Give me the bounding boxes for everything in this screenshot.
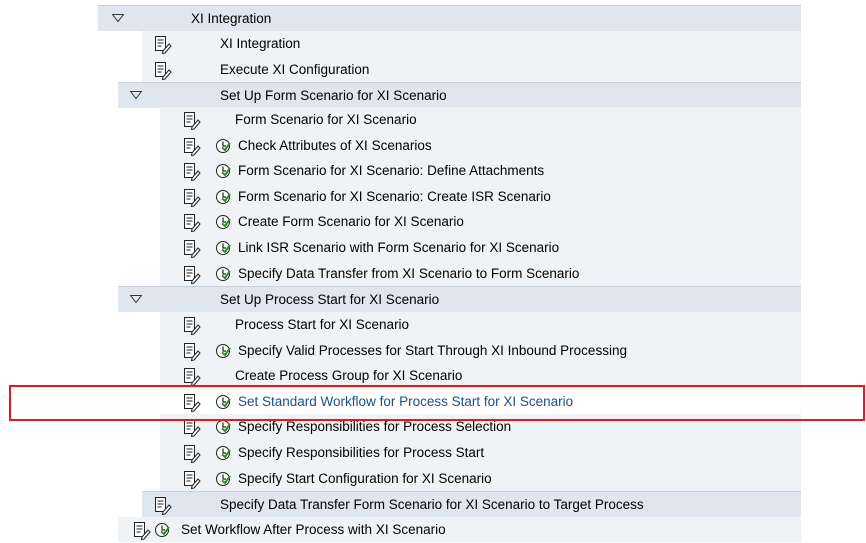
tree-item-label[interactable]: Check Attributes of XI Scenarios (238, 138, 432, 154)
document-pencil-icon[interactable] (183, 213, 201, 233)
document-pencil-icon[interactable] (154, 496, 172, 516)
tree-item-label[interactable]: Set Workflow After Process with XI Scena… (181, 522, 446, 538)
tree-item-xi-integration[interactable]: XI Integration (142, 31, 801, 57)
document-pencil-icon[interactable] (183, 111, 201, 131)
execute-clock-icon[interactable] (215, 343, 231, 359)
document-pencil-icon[interactable] (183, 393, 201, 412)
tree-item-label[interactable]: Create Process Group for XI Scenario (235, 368, 462, 384)
tree-item-label[interactable]: Form Scenario for XI Scenario: Create IS… (238, 189, 551, 205)
tree-node-label: Set Up Form Scenario for XI Scenario (220, 88, 447, 103)
tree-node-label: Set Up Process Start for XI Scenario (220, 292, 440, 307)
tree-item[interactable]: Create Process Group for XI Scenario (160, 363, 801, 390)
tree-item-execute-xi-configuration[interactable]: Execute XI Configuration (142, 57, 801, 83)
tree-item-label[interactable]: Specify Valid Processes for Start Throug… (238, 343, 627, 359)
tree-item-label[interactable]: Specify Data Transfer Form Scenario for … (220, 497, 644, 513)
tree-node-form-scenario-group[interactable]: Set Up Form Scenario for XI Scenario (118, 82, 801, 108)
document-pencil-icon[interactable] (183, 265, 201, 284)
tree-item-label[interactable]: Execute XI Configuration (220, 62, 369, 78)
document-pencil-icon[interactable] (183, 342, 201, 361)
tree-item-specify-data-transfer-target[interactable]: Specify Data Transfer Form Scenario for … (142, 491, 801, 517)
tree-item[interactable]: Form Scenario for XI Scenario: Define At… (160, 158, 801, 185)
document-pencil-icon[interactable] (154, 35, 172, 55)
document-pencil-icon[interactable] (154, 61, 172, 81)
tree-item-label[interactable]: Link ISR Scenario with Form Scenario for… (238, 240, 559, 256)
tree-item-label[interactable]: Specify Responsibilities for Process Sel… (238, 419, 511, 435)
tree-item[interactable]: Specify Data Transfer from XI Scenario t… (160, 260, 801, 287)
tree-item-label[interactable]: Specify Data Transfer from XI Scenario t… (238, 266, 579, 282)
execute-clock-icon[interactable] (215, 445, 231, 461)
tree-item[interactable]: Specify Start Configuration for XI Scena… (160, 465, 801, 492)
execute-clock-icon[interactable] (215, 419, 231, 435)
tree-item-label[interactable]: Create Form Scenario for XI Scenario (238, 214, 464, 230)
tree-node-process-start-group[interactable]: Set Up Process Start for XI Scenario (118, 286, 801, 312)
tree-item[interactable]: Specify Responsibilities for Process Sel… (160, 414, 801, 441)
tree-item-label[interactable]: Form Scenario for XI Scenario: Define At… (238, 163, 544, 179)
execute-clock-icon[interactable] (215, 394, 231, 410)
tree-item-selected[interactable]: Set Standard Workflow for Process Start … (160, 388, 801, 415)
tree-item-label[interactable]: Process Start for XI Scenario (235, 317, 409, 333)
execute-clock-icon[interactable] (215, 240, 231, 256)
execute-clock-icon[interactable] (215, 163, 231, 179)
tree-item-set-workflow-after-process[interactable]: Set Workflow After Process with XI Scena… (118, 517, 801, 542)
document-pencil-icon[interactable] (183, 188, 201, 207)
execute-clock-icon[interactable] (215, 214, 231, 230)
tree-item[interactable]: Check Attributes of XI Scenarios (160, 132, 801, 159)
tree-item-label[interactable]: Specify Start Configuration for XI Scena… (238, 471, 492, 487)
document-pencil-icon[interactable] (183, 367, 201, 387)
execute-clock-icon[interactable] (215, 138, 231, 154)
tree-node-xi-integration-root[interactable]: XI Integration (98, 5, 801, 31)
document-pencil-icon[interactable] (133, 521, 151, 541)
tree-item-label[interactable]: XI Integration (220, 36, 300, 52)
document-pencil-icon[interactable] (183, 470, 201, 489)
execute-clock-icon[interactable] (154, 522, 170, 538)
document-pencil-icon[interactable] (183, 316, 201, 336)
document-pencil-icon[interactable] (183, 137, 201, 156)
document-pencil-icon[interactable] (183, 239, 201, 259)
execute-clock-icon[interactable] (215, 471, 231, 487)
tree-item[interactable]: Create Form Scenario for XI Scenario (160, 209, 801, 236)
tree-item[interactable]: Specify Valid Processes for Start Throug… (160, 337, 801, 364)
execute-clock-icon[interactable] (215, 189, 231, 205)
tree-node-label: XI Integration (191, 11, 272, 26)
document-pencil-icon[interactable] (183, 418, 201, 438)
document-pencil-icon[interactable] (183, 444, 201, 464)
tree-item-label[interactable]: Form Scenario for XI Scenario (235, 112, 417, 128)
tree-item[interactable]: Link ISR Scenario with Form Scenario for… (160, 235, 801, 261)
tree-item[interactable]: Form Scenario for XI Scenario (160, 107, 801, 133)
tree-item[interactable]: Process Start for XI Scenario (160, 312, 801, 338)
execute-clock-icon[interactable] (215, 266, 231, 282)
tree-item-label[interactable]: Set Standard Workflow for Process Start … (238, 394, 573, 410)
tree-item[interactable]: Specify Responsibilities for Process Sta… (160, 440, 801, 466)
tree-item[interactable]: Form Scenario for XI Scenario: Create IS… (160, 183, 801, 210)
document-pencil-icon[interactable] (183, 162, 201, 182)
tree-item-label[interactable]: Specify Responsibilities for Process Sta… (238, 445, 484, 461)
